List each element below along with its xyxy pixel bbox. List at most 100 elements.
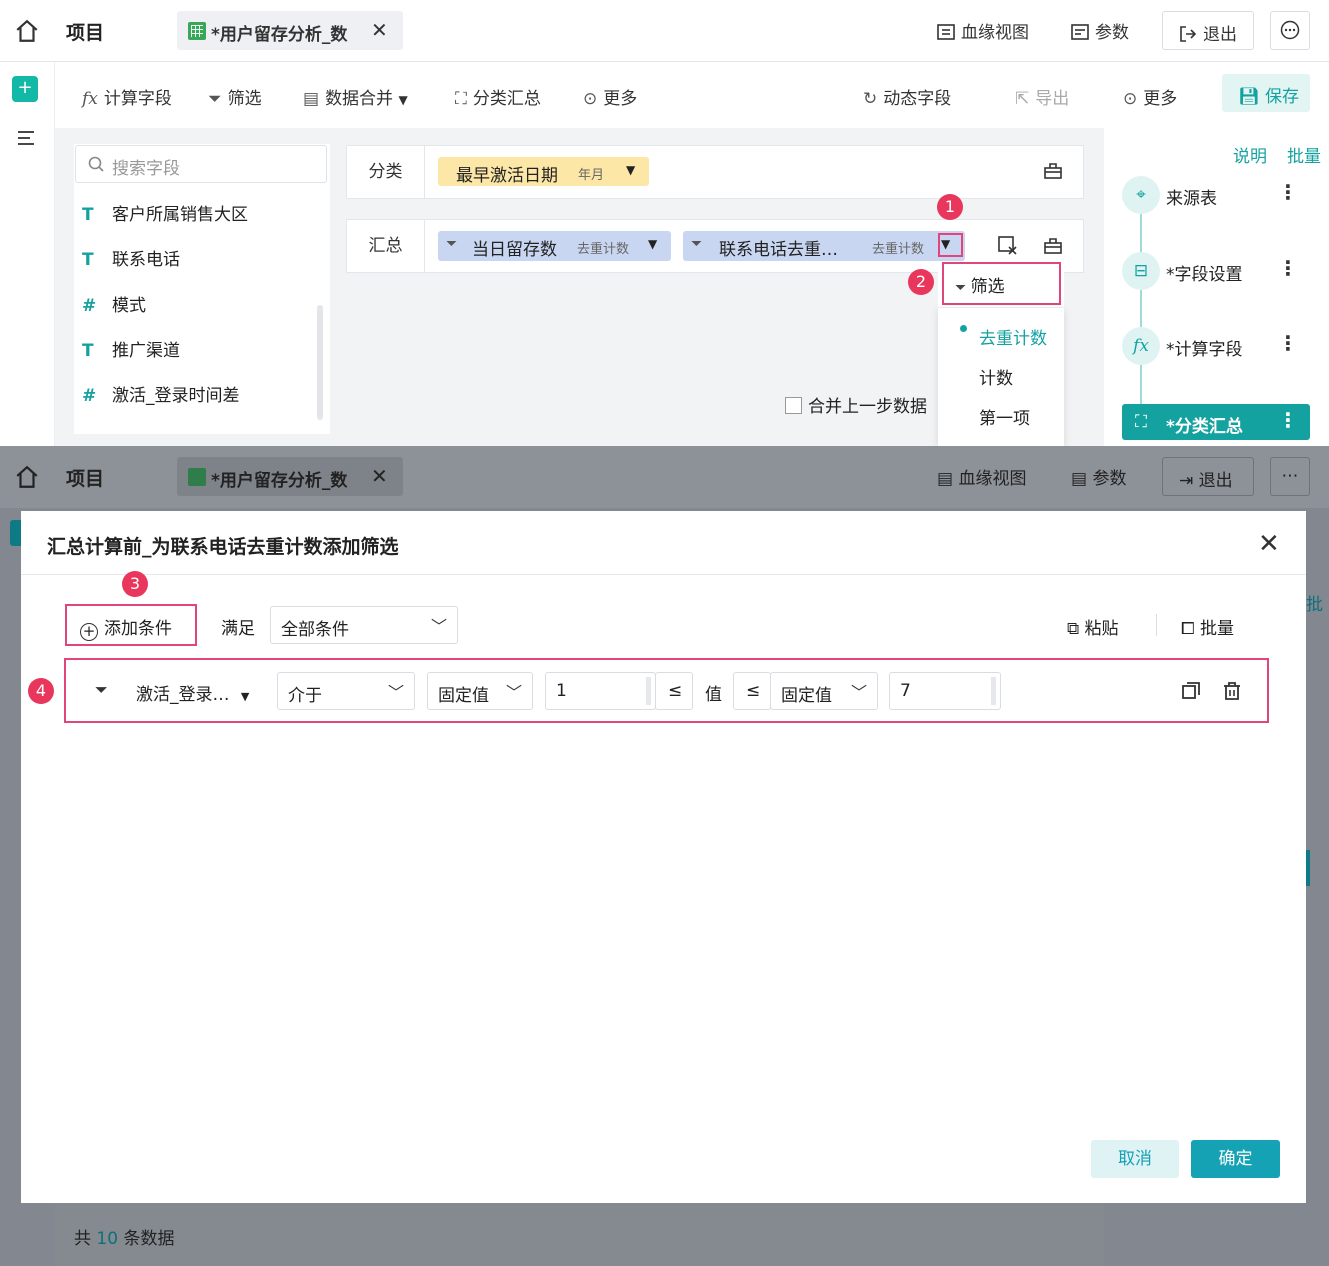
- remove-filter-icon[interactable]: [998, 236, 1018, 256]
- save-icon: 💾︎: [1238, 87, 1260, 107]
- left-value-input[interactable]: 1: [545, 672, 656, 710]
- group-chip-sub: 年月: [578, 168, 605, 183]
- params-button[interactable]: 参数: [1071, 18, 1129, 43]
- caret-down-icon: ▼: [398, 93, 408, 107]
- filter-button[interactable]: ⏷ 筛选: [208, 84, 262, 109]
- left-compare-select[interactable]: ≤: [655, 672, 693, 710]
- filter-label: 筛选: [227, 89, 262, 109]
- scroll-thumb: [646, 677, 651, 705]
- field-item[interactable]: T 联系电话: [82, 245, 180, 270]
- more-left-button[interactable]: ⊙ 更多: [583, 84, 637, 109]
- summary-chip1-sub: 去重计数: [577, 242, 630, 257]
- left-rail: [0, 62, 55, 446]
- kebab-icon[interactable]: ⋮: [1278, 256, 1298, 280]
- group-summary-button[interactable]: ⛶ 分类汇总: [455, 84, 541, 109]
- params-icon: [1071, 24, 1089, 40]
- params-icon: ▤: [1071, 469, 1093, 489]
- exit-button[interactable]: 退出: [1162, 11, 1254, 50]
- dropdown-item[interactable]: 去重计数: [979, 324, 1047, 349]
- explain-link[interactable]: 说明: [1233, 142, 1267, 167]
- checkbox-box[interactable]: [785, 397, 802, 414]
- exit-icon: [1180, 26, 1197, 42]
- save-button[interactable]: 💾︎ 保存: [1222, 74, 1310, 112]
- kebab-icon[interactable]: ⋮: [1278, 180, 1298, 204]
- row-count: 共 10 条数据: [74, 1224, 174, 1249]
- export-button[interactable]: ⇱ 导出: [1015, 84, 1069, 109]
- paste-button[interactable]: ⧉ 粘贴: [1067, 614, 1119, 639]
- merge-button[interactable]: ▤ 数据合并 ▼: [303, 84, 408, 109]
- field-item[interactable]: T 推广渠道: [82, 336, 180, 361]
- left-value: 1: [556, 681, 567, 701]
- right-value-input[interactable]: 7: [889, 672, 1001, 710]
- operator-value: 介于: [288, 686, 322, 706]
- add-step-icon[interactable]: +: [12, 76, 38, 102]
- field-name: 推广渠道: [112, 341, 180, 361]
- project-title[interactable]: 项目: [66, 18, 104, 45]
- dynamic-field-button[interactable]: ↻ 动态字段: [863, 84, 951, 109]
- document-tab[interactable]: *用户留存分析_数 ✕: [177, 11, 403, 50]
- outline-icon[interactable]: [18, 130, 36, 146]
- step-node-calc[interactable]: fx *计算字段 ⋮: [1122, 327, 1310, 365]
- condition-field[interactable]: 激活_登录… ▼: [136, 680, 249, 705]
- dropdown-item[interactable]: 第一项: [979, 404, 1030, 429]
- step-node-group-summary[interactable]: ⛶ *分类汇总 ⋮: [1122, 404, 1310, 440]
- left-type-select[interactable]: 固定值 ﹀: [427, 672, 533, 710]
- paste-icon: ⧉: [1067, 619, 1085, 639]
- batch-link[interactable]: 批量: [1287, 142, 1321, 167]
- fx-icon: fx: [82, 89, 98, 109]
- dropdown-item[interactable]: 计数: [979, 364, 1013, 389]
- step-node-source[interactable]: ⌖ 来源表 ⋮: [1122, 176, 1310, 214]
- caret-down-icon[interactable]: ▼: [648, 237, 657, 251]
- merge-prev-checkbox[interactable]: 合并上一步数据: [785, 392, 927, 417]
- operator-select[interactable]: 介于 ﹀: [277, 672, 415, 710]
- condition-field-label: 激活_登录…: [136, 685, 230, 705]
- field-item[interactable]: # 激活_登录时间差: [82, 381, 240, 406]
- document-tab: *用户留存分析_数 ✕: [177, 457, 403, 496]
- kebab-icon[interactable]: ⋮: [1278, 408, 1298, 432]
- highlight-caret: [938, 233, 963, 257]
- lineage-label: 血缘视图: [958, 469, 1027, 489]
- spreadsheet-icon: [188, 468, 206, 486]
- summary-chip-retention[interactable]: ⏷ 当日留存数 去重计数 ▼: [438, 231, 671, 261]
- kebab-icon[interactable]: ⋮: [1278, 331, 1298, 355]
- satisfy-select[interactable]: 全部条件 ﹀: [270, 606, 458, 644]
- caret-down-icon[interactable]: ▼: [626, 163, 635, 177]
- right-compare-select[interactable]: ≤: [733, 672, 771, 710]
- tab-title: *用户留存分析_数: [211, 471, 348, 491]
- field-search-input[interactable]: 搜索字段: [75, 145, 327, 183]
- spreadsheet-icon: [188, 22, 206, 40]
- group-field-chip[interactable]: 最早激活日期 年月 ▼: [438, 157, 649, 186]
- home-icon[interactable]: [14, 18, 40, 44]
- exit-inner: 退出: [1179, 20, 1237, 45]
- clear-icon[interactable]: [1043, 237, 1063, 255]
- right-type-select[interactable]: 固定值 ﹀: [770, 672, 878, 710]
- copy-icon[interactable]: [1182, 682, 1200, 700]
- summary-row-label: 汇总: [347, 220, 425, 272]
- summary-chip-phone[interactable]: ⏷ 联系电话去重… 去重计数 ▼: [683, 231, 965, 261]
- close-icon[interactable]: ✕: [371, 18, 388, 42]
- satisfy-label: 满足: [221, 619, 255, 639]
- more-right-button[interactable]: ⊙ 更多: [1123, 84, 1177, 109]
- trash-icon[interactable]: [1223, 682, 1241, 700]
- clear-icon[interactable]: [1043, 162, 1063, 180]
- highlight-add-condition: [65, 604, 197, 646]
- more-menu-button[interactable]: [1270, 11, 1310, 50]
- number-type-icon: #: [82, 296, 97, 316]
- batch-button[interactable]: ⧠ 批量: [1181, 614, 1234, 639]
- calc-field-button[interactable]: fx 计算字段: [82, 84, 172, 109]
- scrollbar[interactable]: [317, 305, 323, 420]
- field-item[interactable]: T 客户所属销售大区: [82, 200, 248, 225]
- field-item[interactable]: # 模式: [82, 291, 146, 316]
- step-badge-4: 4: [28, 678, 54, 704]
- lineage-icon: [937, 24, 955, 40]
- step-badge-3: 3: [122, 571, 148, 597]
- confirm-button[interactable]: 确定: [1191, 1140, 1280, 1178]
- step-node-field-setting[interactable]: ⊟ *字段设置 ⋮: [1122, 252, 1310, 290]
- summary-chip2-sub: 去重计数: [872, 242, 925, 257]
- lineage-label: 血缘视图: [961, 23, 1029, 43]
- close-icon[interactable]: ✕: [1258, 529, 1280, 559]
- text-type-icon: T: [82, 341, 94, 361]
- project-title: 项目: [66, 468, 105, 490]
- cancel-button[interactable]: 取消: [1091, 1140, 1179, 1178]
- lineage-button[interactable]: 血缘视图: [937, 18, 1029, 43]
